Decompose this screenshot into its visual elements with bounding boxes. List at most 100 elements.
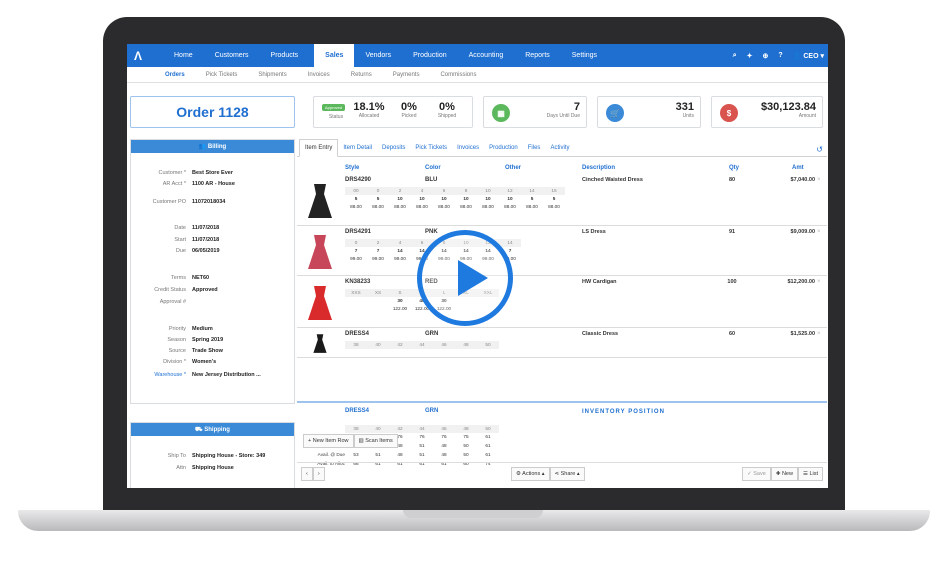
tab-item-entry[interactable]: Item Entry — [299, 139, 339, 157]
billing-field-value[interactable]: 11/07/2018 — [192, 225, 219, 231]
billing-field-value[interactable]: Best Store Ever — [192, 170, 233, 176]
size-cell[interactable]: 10 — [411, 195, 433, 203]
remove-row-icon[interactable]: × — [817, 229, 821, 235]
nav-item-vendors[interactable]: Vendors — [354, 44, 402, 67]
size-cell[interactable]: 99.00 — [345, 255, 367, 263]
size-cell[interactable]: 99.00 — [367, 255, 389, 263]
size-cell[interactable]: 10 — [455, 195, 477, 203]
size-cell[interactable]: 5 — [367, 195, 389, 203]
nav-item-sales[interactable]: Sales — [314, 44, 355, 67]
attn-value[interactable]: Shipping House — [192, 465, 234, 471]
gift-icon[interactable]: ✦ — [747, 52, 753, 60]
history-icon[interactable]: ↺ — [816, 145, 823, 154]
app-logo-icon[interactable]: Λ — [127, 44, 149, 67]
size-cell[interactable]: 10 — [389, 195, 411, 203]
nav-item-reports[interactable]: Reports — [514, 44, 561, 67]
size-cell[interactable]: 88.00 — [477, 203, 499, 211]
billing-field-value[interactable]: 1100 AR - House — [192, 181, 235, 187]
nav-item-customers[interactable]: Customers — [204, 44, 260, 67]
item-style[interactable]: KN38233 — [345, 279, 370, 285]
item-color[interactable]: BLU — [425, 177, 437, 183]
billing-field-value[interactable]: 11072018034 — [192, 199, 225, 205]
new-item-row-button[interactable]: + New Item Row — [303, 434, 354, 448]
remove-row-icon[interactable]: × — [817, 331, 821, 337]
size-cell[interactable]: 5 — [521, 195, 543, 203]
globe-icon[interactable]: ⊕ — [763, 52, 769, 60]
billing-field-value[interactable]: 06/05/2019 — [192, 248, 220, 254]
size-cell[interactable]: 14 — [389, 247, 411, 255]
size-cell[interactable]: 10 — [499, 195, 521, 203]
list-button[interactable]: ☰ List — [797, 467, 823, 481]
size-cell[interactable]: 5 — [345, 195, 367, 203]
size-cell[interactable]: 10 — [477, 195, 499, 203]
nav-item-production[interactable]: Production — [402, 44, 457, 67]
size-cell[interactable]: 122.00 — [389, 305, 411, 313]
subnav-item-payments[interactable]: Payments — [393, 72, 420, 78]
tab-files[interactable]: Files — [523, 145, 546, 156]
size-cell[interactable]: 88.00 — [499, 203, 521, 211]
item-style[interactable]: DRS4290 — [345, 177, 371, 183]
tab-deposits[interactable]: Deposits — [377, 145, 410, 156]
billing-field-value[interactable]: NET60 — [192, 275, 209, 281]
item-style[interactable]: DRESS4 — [345, 331, 369, 337]
size-cell[interactable]: 88.00 — [345, 203, 367, 211]
search-icon[interactable]: ⌕ — [733, 52, 737, 60]
tab-pick-tickets[interactable]: Pick Tickets — [410, 145, 452, 156]
size-cell[interactable]: 7 — [345, 247, 367, 255]
subnav-item-pick-tickets[interactable]: Pick Tickets — [206, 72, 238, 78]
nav-item-home[interactable]: Home — [163, 44, 204, 67]
billing-field-value[interactable]: Spring 2019 — [192, 337, 223, 343]
size-cell[interactable]: 88.00 — [543, 203, 565, 211]
billing-field-value[interactable]: Trade Show — [192, 348, 223, 354]
tab-item-detail[interactable]: Item Detail — [338, 145, 377, 156]
billing-field-value[interactable]: New Jersey Distribution ... — [192, 372, 261, 378]
size-cell[interactable]: 88.00 — [521, 203, 543, 211]
tab-invoices[interactable]: Invoices — [452, 145, 484, 156]
help-icon[interactable]: ? — [778, 52, 782, 59]
size-cell[interactable]: 88.00 — [367, 203, 389, 211]
user-menu[interactable]: 👤 CEO ▾ — [793, 52, 824, 60]
item-style[interactable]: DRS4291 — [345, 229, 371, 235]
size-cell[interactable]: 88.00 — [455, 203, 477, 211]
remove-row-icon[interactable]: × — [817, 177, 821, 183]
size-cell[interactable] — [345, 297, 367, 305]
item-amt: $7,040.00 — [790, 177, 815, 183]
size-cell[interactable]: 30 — [389, 297, 411, 305]
ship-to-value[interactable]: Shipping House - Store: 349 — [192, 453, 265, 459]
tab-activity[interactable]: Activity — [545, 145, 574, 156]
size-cell[interactable]: 7 — [367, 247, 389, 255]
video-play-icon[interactable] — [417, 230, 513, 326]
scan-items-button[interactable]: ▥ Scan Items — [353, 434, 398, 448]
size-cell[interactable]: 5 — [543, 195, 565, 203]
save-button[interactable]: ✓ Save — [742, 467, 771, 481]
billing-field-value[interactable]: Medium — [192, 326, 213, 332]
billing-field-value[interactable]: Approved — [192, 287, 218, 293]
nav-item-accounting[interactable]: Accounting — [458, 44, 515, 67]
subnav-item-returns[interactable]: Returns — [351, 72, 372, 78]
size-cell[interactable]: 88.00 — [389, 203, 411, 211]
actions-button[interactable]: ⚙ Actions ▴ — [511, 467, 550, 481]
size-cell[interactable]: 10 — [433, 195, 455, 203]
tab-production[interactable]: Production — [484, 145, 523, 156]
item-color[interactable]: GRN — [425, 331, 438, 337]
billing-field-value[interactable]: Women's — [192, 359, 216, 365]
subnav-item-invoices[interactable]: Invoices — [308, 72, 330, 78]
subnav-item-commissions[interactable]: Commissions — [440, 72, 476, 78]
item-color[interactable]: PNK — [425, 229, 438, 235]
size-cell[interactable]: 99.00 — [389, 255, 411, 263]
new-button[interactable]: ✚ New — [770, 467, 798, 481]
billing-field-value[interactable]: 11/07/2018 — [192, 237, 219, 243]
nav-item-settings[interactable]: Settings — [561, 44, 608, 67]
subnav-item-shipments[interactable]: Shipments — [258, 72, 286, 78]
remove-row-icon[interactable]: × — [817, 279, 821, 285]
prev-icon[interactable]: ‹ — [301, 467, 313, 481]
nav-item-products[interactable]: Products — [260, 44, 310, 67]
size-cell[interactable] — [367, 297, 389, 305]
size-cell[interactable] — [345, 305, 367, 313]
next-icon[interactable]: › — [312, 467, 325, 481]
size-cell[interactable]: 88.00 — [433, 203, 455, 211]
subnav-item-orders[interactable]: Orders — [165, 72, 185, 78]
share-button[interactable]: ⋖ Share ▴ — [549, 467, 585, 481]
size-cell[interactable]: 88.00 — [411, 203, 433, 211]
size-cell[interactable] — [367, 305, 389, 313]
